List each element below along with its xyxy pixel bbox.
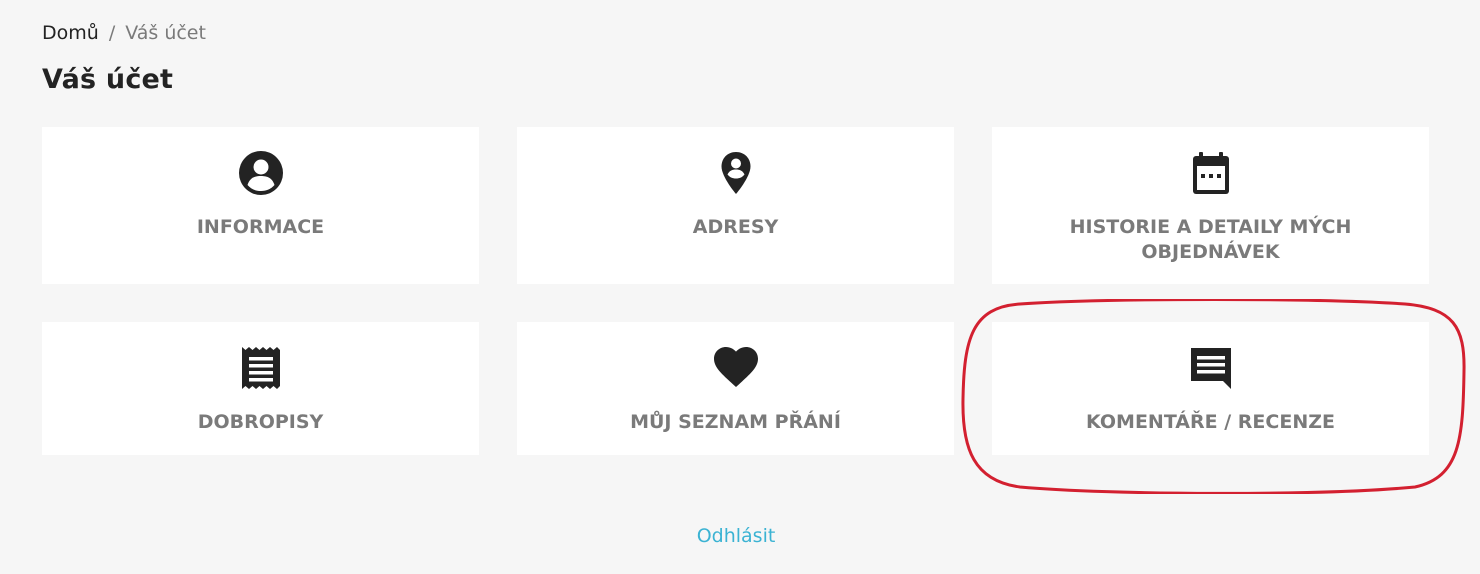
logout-container: Odhlásit bbox=[0, 522, 1472, 550]
breadcrumb-home-link[interactable]: Domů bbox=[42, 22, 99, 44]
heart-icon bbox=[712, 344, 760, 392]
credit-slips-card[interactable]: DOBROPISY bbox=[42, 322, 479, 455]
card-label: DOBROPISY bbox=[197, 411, 324, 433]
account-info-card[interactable]: INFORMACE bbox=[42, 127, 479, 284]
comment-icon bbox=[1187, 344, 1235, 392]
order-history-card[interactable]: HISTORIE A DETAILY MÝCH OBJEDNÁVEK bbox=[992, 127, 1429, 284]
location-pin-icon bbox=[712, 149, 760, 197]
card-label: HISTORIE A DETAILY MÝCH OBJEDNÁVEK bbox=[1069, 216, 1352, 263]
breadcrumb: Domů / Váš účet bbox=[42, 19, 206, 47]
page-title: Váš účet bbox=[42, 64, 174, 95]
account-circle-icon bbox=[237, 149, 285, 197]
card-label: INFORMACE bbox=[196, 216, 325, 238]
comments-reviews-card[interactable]: KOMENTÁŘE / RECENZE bbox=[992, 322, 1429, 455]
breadcrumb-current: Váš účet bbox=[125, 22, 206, 44]
card-label: MŮJ SEZNAM PŘÁNÍ bbox=[630, 411, 841, 433]
breadcrumb-separator: / bbox=[108, 22, 116, 44]
wishlist-card[interactable]: MŮJ SEZNAM PŘÁNÍ bbox=[517, 322, 954, 455]
card-label: ADRESY bbox=[692, 216, 779, 238]
card-label: KOMENTÁŘE / RECENZE bbox=[1086, 411, 1335, 433]
addresses-card[interactable]: ADRESY bbox=[517, 127, 954, 284]
receipt-icon bbox=[237, 344, 285, 392]
logout-link[interactable]: Odhlásit bbox=[697, 525, 776, 547]
calendar-icon bbox=[1187, 149, 1235, 197]
